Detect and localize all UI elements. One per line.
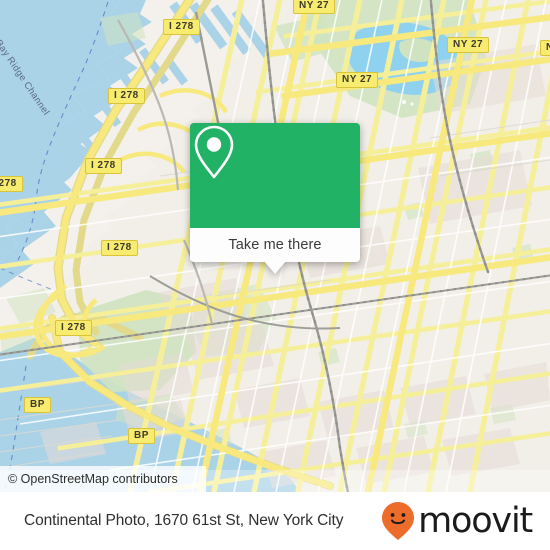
callout-tail [264,261,286,274]
location-callout[interactable]: Take me there [190,123,360,274]
take-me-there-button[interactable]: Take me there [190,228,360,274]
highway-shield[interactable]: NY 27 [293,0,336,14]
callout-header [190,123,360,228]
footer-bar: Continental Photo, 1670 61st St, New Yor… [0,492,550,550]
take-me-there-label: Take me there [228,237,322,253]
highway-shield[interactable]: BP [128,428,155,444]
moovit-logo[interactable]: moovit [381,501,533,541]
page-title: Continental Photo, 1670 61st St, New Yor… [24,512,344,529]
highway-shield[interactable]: I 278 [55,320,92,336]
map-screenshot: Bay Ridge Channel I 278 I 278 I 278 I 27… [0,0,550,550]
moovit-wordmark: moovit [418,501,533,541]
highway-shield[interactable]: I 278 [163,19,200,35]
map-attribution[interactable]: © OpenStreetMap contributors [0,466,206,492]
highway-shield[interactable]: BP [24,397,51,413]
highway-shield[interactable]: NY 27 [447,37,490,53]
highway-shield[interactable]: I 278 [101,240,138,256]
highway-shield[interactable]: NY 27 [540,40,550,56]
highway-shield[interactable]: I 278 [108,88,145,104]
highway-shield[interactable]: NY 27 [336,72,379,88]
map-pin-icon [194,125,234,179]
map-canvas[interactable]: Bay Ridge Channel I 278 I 278 I 278 I 27… [0,0,550,492]
attribution-text: © OpenStreetMap contributors [8,472,178,486]
highway-shield[interactable]: I 278 [85,158,122,174]
moovit-pin-icon [382,502,415,540]
highway-shield[interactable]: I 278 [0,176,23,192]
